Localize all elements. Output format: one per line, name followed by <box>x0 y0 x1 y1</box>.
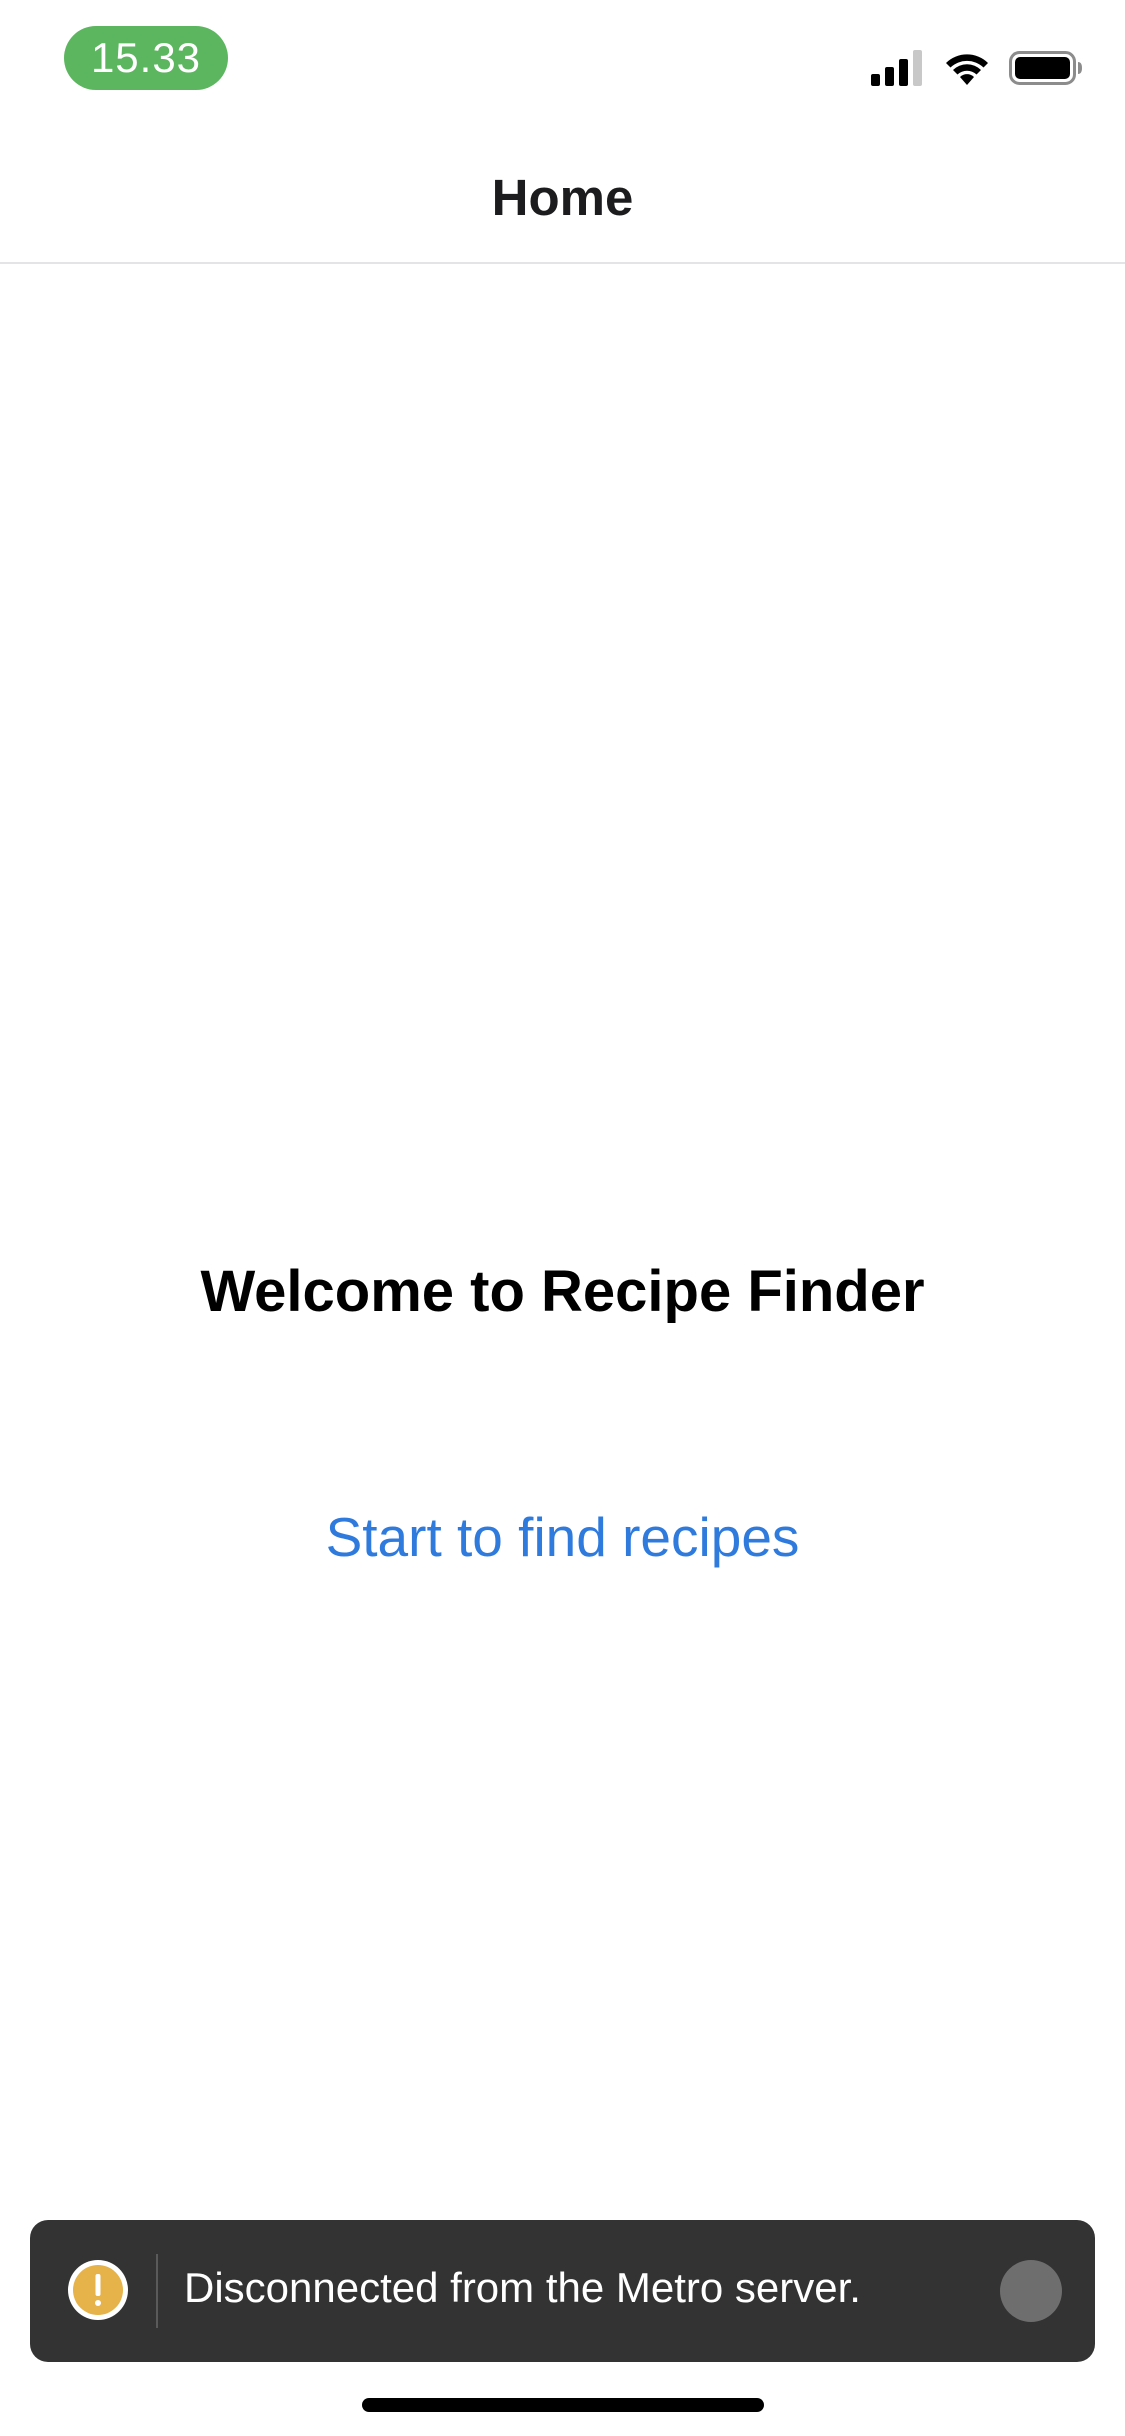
battery-icon <box>1009 51 1082 85</box>
page-title: Home <box>491 169 634 226</box>
navigation-header: Home <box>0 120 1125 264</box>
start-find-recipes-button[interactable]: Start to find recipes <box>0 1505 1125 1569</box>
status-bar: 15.33 <box>0 0 1125 120</box>
metro-disconnected-toast[interactable]: Disconnected from the Metro server. <box>30 2220 1095 2362</box>
dismiss-circle-icon[interactable] <box>1000 2260 1062 2322</box>
wifi-icon <box>946 54 988 85</box>
status-icons <box>871 48 1083 88</box>
status-time[interactable]: 15.33 <box>64 26 228 90</box>
cellular-signal-icon <box>871 50 922 86</box>
app-screen: 15.33 Home Welcome to Recipe Finder Star… <box>0 0 1125 2436</box>
toast-message: Disconnected from the Metro server. <box>184 2264 861 2311</box>
warning-icon <box>68 2260 128 2320</box>
home-indicator[interactable] <box>362 2398 764 2412</box>
welcome-title: Welcome to Recipe Finder <box>200 1259 925 1324</box>
toast-divider <box>156 2254 158 2328</box>
